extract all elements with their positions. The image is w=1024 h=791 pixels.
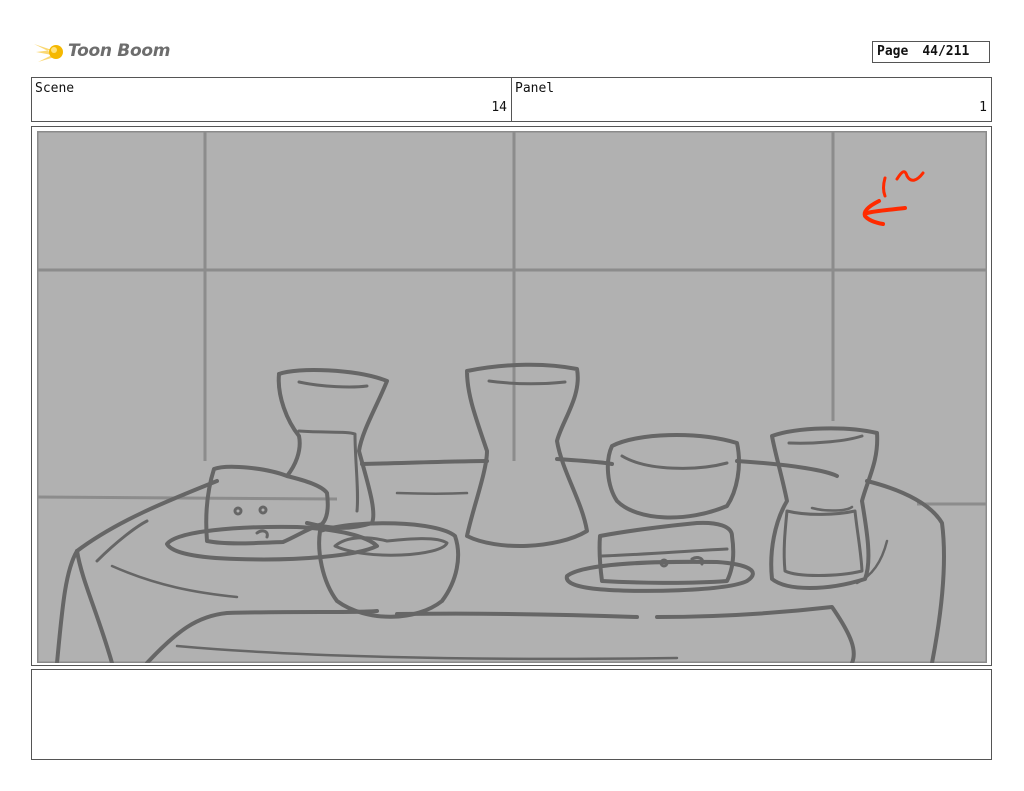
panel-frame	[31, 126, 992, 666]
scene-number: 14	[491, 100, 507, 115]
page-number: 44/211	[922, 44, 970, 59]
scene-cell: Scene 14	[32, 78, 512, 121]
scene-label: Scene	[35, 81, 75, 96]
panel-number: 1	[979, 100, 987, 115]
panel-label: Panel	[515, 81, 555, 96]
page-indicator: Page 44/211	[872, 41, 990, 63]
logo-text: Toon Boom	[68, 41, 171, 61]
storyboard-sketch-image	[37, 131, 987, 663]
toon-boom-comet-icon	[34, 44, 63, 62]
toon-boom-logo: Toon Boom	[32, 36, 170, 68]
panel-notes-area	[31, 669, 992, 760]
scene-panel-header: Scene 14 Panel 1	[31, 77, 992, 122]
panel-cell: Panel 1	[512, 78, 991, 121]
page-label: Page	[877, 44, 909, 59]
